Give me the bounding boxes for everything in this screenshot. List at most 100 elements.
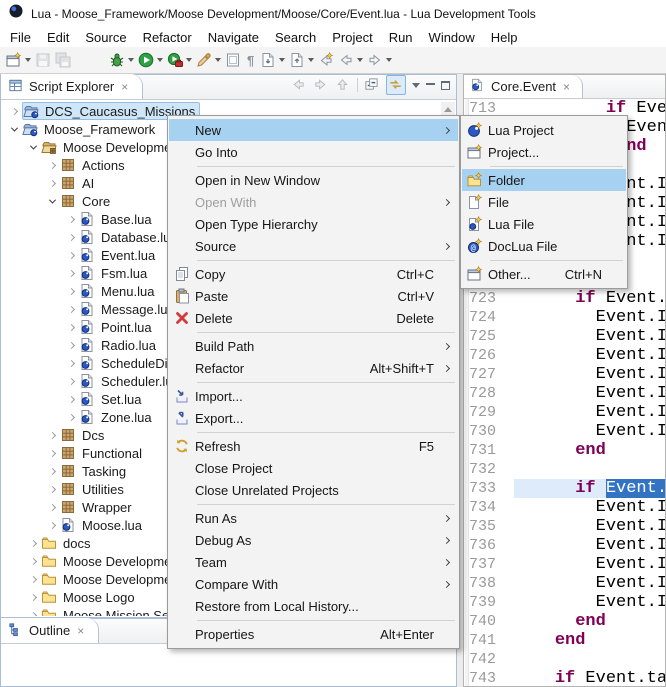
chevron-down-icon[interactable] bbox=[6, 127, 22, 132]
run-button[interactable] bbox=[136, 48, 165, 72]
chevron-right-icon[interactable] bbox=[63, 253, 79, 258]
tree-item-body[interactable]: Tasking bbox=[60, 462, 130, 480]
code-line[interactable]: Event.I bbox=[514, 308, 665, 327]
code-line[interactable]: end bbox=[514, 612, 665, 631]
tree-item-body[interactable]: Set.lua bbox=[79, 390, 145, 408]
menu-item-export[interactable]: Export... bbox=[169, 407, 458, 429]
code-line[interactable]: Event.I bbox=[514, 593, 665, 612]
new-wizard-button[interactable] bbox=[4, 48, 33, 72]
link-editor-button[interactable] bbox=[386, 75, 406, 95]
tab-core-event[interactable]: Core.Event × bbox=[464, 75, 583, 98]
maximize-button[interactable] bbox=[441, 81, 450, 90]
code-line[interactable]: Event.I bbox=[514, 422, 665, 441]
run-config-button[interactable] bbox=[165, 48, 194, 72]
menu-item-refactor[interactable]: RefactorAlt+Shift+T bbox=[169, 357, 458, 379]
menu-item-lua-file[interactable]: Lua File bbox=[462, 213, 626, 235]
menu-item-team[interactable]: Team bbox=[169, 551, 458, 573]
chevron-right-icon[interactable] bbox=[63, 343, 79, 348]
menu-item-other[interactable]: Other...Ctrl+N bbox=[462, 263, 626, 285]
code-line[interactable]: Event.I bbox=[514, 327, 665, 346]
menu-edit[interactable]: Edit bbox=[39, 28, 77, 47]
tree-item-body[interactable]: AI bbox=[60, 174, 98, 192]
menu-file[interactable]: File bbox=[2, 28, 39, 47]
tree-item-body[interactable]: Actions bbox=[60, 156, 129, 174]
chevron-right-icon[interactable] bbox=[44, 523, 60, 528]
show-whitespace-button[interactable]: ¶ bbox=[243, 48, 258, 72]
chevron-right-icon[interactable] bbox=[44, 163, 60, 168]
menu-item-folder[interactable]: Folder bbox=[462, 169, 626, 191]
menu-item-close-unrelated-projects[interactable]: Close Unrelated Projects bbox=[169, 479, 458, 501]
chevron-right-icon[interactable] bbox=[25, 595, 41, 600]
code-line[interactable]: if Event. bbox=[514, 479, 665, 498]
tree-item-body[interactable]: Moose Logo bbox=[41, 588, 139, 606]
next-annotation-button[interactable] bbox=[258, 48, 287, 72]
menu-item-run-as[interactable]: Run As bbox=[169, 507, 458, 529]
dropdown-arrow-icon[interactable] bbox=[157, 58, 163, 62]
tree-item-body[interactable]: Dcs bbox=[60, 426, 108, 444]
menu-project[interactable]: Project bbox=[324, 28, 380, 47]
dropdown-arrow-icon[interactable] bbox=[279, 58, 285, 62]
menu-item-properties[interactable]: PropertiesAlt+Enter bbox=[169, 623, 458, 645]
code-line[interactable]: if Event.ta bbox=[514, 669, 665, 686]
chevron-right-icon[interactable] bbox=[63, 271, 79, 276]
chevron-right-icon[interactable] bbox=[44, 451, 60, 456]
code-line[interactable]: Event.I bbox=[514, 384, 665, 403]
menu-item-copy[interactable]: CopyCtrl+C bbox=[169, 263, 458, 285]
forward-button[interactable] bbox=[365, 48, 394, 72]
tree-item-body[interactable]: Moose Development bbox=[41, 552, 186, 570]
menu-item-new[interactable]: New bbox=[169, 119, 458, 141]
code-line[interactable]: Event.I bbox=[514, 536, 665, 555]
chevron-right-icon[interactable] bbox=[25, 613, 41, 617]
menu-help[interactable]: Help bbox=[483, 28, 526, 47]
menu-source[interactable]: Source bbox=[77, 28, 134, 47]
tree-item-body[interactable]: Moose Development bbox=[41, 138, 186, 156]
code-line[interactable] bbox=[514, 460, 665, 479]
menu-refactor[interactable]: Refactor bbox=[135, 28, 200, 47]
tree-item-body[interactable]: Core bbox=[60, 192, 114, 210]
dropdown-arrow-icon[interactable] bbox=[386, 58, 392, 62]
tree-item-body[interactable]: Functional bbox=[60, 444, 146, 462]
code-line[interactable]: end bbox=[514, 441, 665, 460]
chevron-right-icon[interactable] bbox=[63, 289, 79, 294]
code-line[interactable]: Event.I bbox=[514, 498, 665, 517]
chevron-right-icon[interactable] bbox=[63, 397, 79, 402]
code-line[interactable]: Event.I bbox=[514, 517, 665, 536]
last-edit-location-button[interactable] bbox=[316, 48, 336, 72]
tree-item-body[interactable]: Menu.lua bbox=[79, 282, 158, 300]
chevron-right-icon[interactable] bbox=[44, 505, 60, 510]
tree-item-body[interactable]: Point.lua bbox=[79, 318, 156, 336]
menu-item-file[interactable]: File bbox=[462, 191, 626, 213]
menu-item-open-type-hierarchy[interactable]: Open Type Hierarchy bbox=[169, 213, 458, 235]
chevron-right-icon[interactable] bbox=[63, 415, 79, 420]
collapse-all-button[interactable] bbox=[364, 77, 380, 93]
chevron-right-icon[interactable] bbox=[44, 181, 60, 186]
scroll-up-icon[interactable] bbox=[441, 102, 455, 116]
code-line[interactable]: Event.I bbox=[514, 555, 665, 574]
menu-window[interactable]: Window bbox=[421, 28, 483, 47]
chevron-right-icon[interactable] bbox=[25, 541, 41, 546]
menu-item-build-path[interactable]: Build Path bbox=[169, 335, 458, 357]
tree-item-body[interactable]: Wrapper bbox=[60, 498, 136, 516]
mark-occurrences-button[interactable] bbox=[223, 48, 243, 72]
close-icon[interactable]: × bbox=[563, 81, 570, 93]
chevron-right-icon[interactable] bbox=[63, 235, 79, 240]
chevron-right-icon[interactable] bbox=[63, 325, 79, 330]
menu-run[interactable]: Run bbox=[381, 28, 421, 47]
code-line[interactable]: end bbox=[514, 631, 665, 650]
close-icon[interactable]: × bbox=[77, 625, 84, 637]
dropdown-arrow-icon[interactable] bbox=[215, 58, 221, 62]
tree-item-body[interactable]: Fsm.lua bbox=[79, 264, 151, 282]
tree-item-body[interactable]: docs bbox=[41, 534, 94, 552]
chevron-right-icon[interactable] bbox=[63, 217, 79, 222]
menu-navigate[interactable]: Navigate bbox=[200, 28, 267, 47]
chevron-right-icon[interactable] bbox=[44, 487, 60, 492]
prev-annotation-button[interactable] bbox=[287, 48, 316, 72]
external-tools-button[interactable] bbox=[194, 48, 223, 72]
menu-search[interactable]: Search bbox=[267, 28, 324, 47]
chevron-right-icon[interactable] bbox=[63, 307, 79, 312]
tree-item-body[interactable]: Moose Development bbox=[41, 570, 186, 588]
tree-item-body[interactable]: Zone.lua bbox=[79, 408, 156, 426]
tree-item-body[interactable]: Radio.lua bbox=[79, 336, 160, 354]
dropdown-arrow-icon[interactable] bbox=[25, 58, 31, 62]
tab-outline[interactable]: Outline × bbox=[1, 618, 99, 643]
